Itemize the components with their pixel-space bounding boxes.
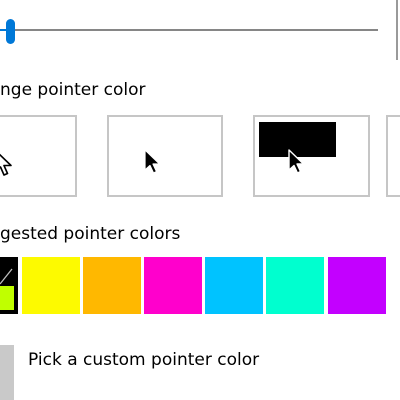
pointer-size-slider[interactable] [0, 0, 400, 60]
diagonal-line-icon [0, 268, 13, 285]
color-swatch[interactable] [266, 257, 324, 314]
color-swatch[interactable] [83, 257, 141, 314]
color-swatch[interactable] [205, 257, 263, 314]
suggested-pointer-colors-heading: gested pointer colors [0, 224, 181, 244]
pick-custom-color-button[interactable]: Pick a custom pointer color [28, 350, 259, 370]
slider-thumb[interactable] [6, 19, 15, 44]
pointer-style-black-option[interactable] [107, 115, 223, 197]
color-swatch[interactable] [144, 257, 202, 314]
black-arrow-pointer-icon [144, 149, 161, 174]
change-pointer-color-heading: nge pointer color [0, 80, 146, 100]
pointer-style-custom-option[interactable] [386, 115, 400, 197]
inverted-arrow-pointer-icon [288, 149, 305, 174]
custom-color-preview-bar[interactable] [0, 345, 14, 400]
selected-custom-color-swatch[interactable] [0, 257, 18, 314]
pointer-style-white-option[interactable] [0, 115, 77, 197]
white-arrow-pointer-icon [0, 153, 12, 176]
color-swatch[interactable] [328, 257, 386, 314]
lime-color-preview [0, 286, 14, 310]
scrollbar-edge [396, 0, 398, 60]
color-swatch[interactable] [22, 257, 80, 314]
slider-track[interactable] [0, 29, 378, 31]
pointer-style-inverted-option[interactable] [253, 115, 370, 197]
